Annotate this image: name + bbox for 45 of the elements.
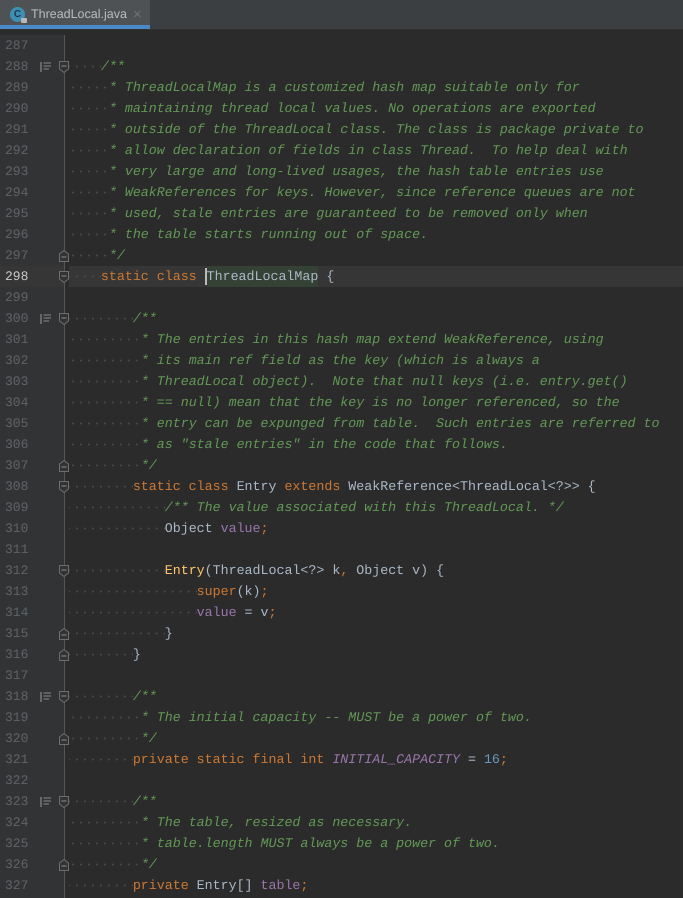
code-line: * The table, resized as necessary.: [69, 812, 412, 833]
code-line: /** The value associated with this ThreadLocal. */: [69, 497, 564, 518]
fold-marker-icon[interactable]: [59, 270, 69, 282]
fold-marker-icon[interactable]: [59, 648, 69, 660]
fold-marker-icon[interactable]: [59, 460, 69, 472]
fold-marker-icon[interactable]: [59, 564, 69, 576]
code-line: * The initial capacity -- MUST be a power of two.: [69, 707, 532, 728]
code-line: * allow declaration of fields in class Thread. To help deal with: [69, 140, 628, 161]
fold-marker-icon[interactable]: [59, 628, 69, 640]
doc-render-icon[interactable]: [40, 62, 52, 72]
code-line: private Entry[] table;: [69, 875, 308, 896]
code-line: * ThreadLocalMap is a customized hash map suitable only for: [69, 77, 580, 98]
code-line: * its main ref field as the key (which is always a: [69, 350, 540, 371]
fold-marker-icon[interactable]: [59, 312, 69, 324]
line-number: 298: [4, 268, 30, 286]
doc-render-icon[interactable]: [40, 796, 52, 806]
code-line: Object value;: [69, 518, 268, 539]
code-line: * as "stale entries" in the code that follows.: [69, 434, 508, 455]
code-line: * entry can be expunged from table. Such entries are referred to: [69, 413, 660, 434]
tab-label: ThreadLocal.java: [31, 6, 127, 24]
doc-render-icon[interactable]: [40, 314, 52, 324]
code-line: * ThreadLocal object). Note that null keys (i.e. entry.get(): [69, 371, 628, 392]
fold-marker-icon[interactable]: [59, 480, 69, 492]
class-file-icon: C: [10, 7, 25, 22]
code-line: static class Entry extends WeakReference<ThreadLocal<?>> {: [69, 476, 596, 497]
code-line: * outside of the ThreadLocal class. The class is package private to: [69, 119, 644, 140]
code-line: * WeakReferences for keys. However, since reference queues are not: [69, 182, 636, 203]
code-line: Entry(ThreadLocal<?> k, Object v) {: [69, 560, 444, 581]
fold-marker-icon[interactable]: [59, 690, 69, 702]
code-line: * the table starts running out of space.: [69, 224, 428, 245]
fold-marker-icon[interactable]: [59, 732, 69, 744]
fold-marker-icon[interactable]: [59, 60, 69, 72]
code-line: * very large and long-lived usages, the hash table entries use: [69, 161, 604, 182]
fold-marker-icon[interactable]: [59, 250, 69, 262]
code-line: * == null) mean that the key is no longer referenced, so the: [69, 392, 620, 413]
fold-marker-icon[interactable]: [59, 796, 69, 808]
doc-render-icon[interactable]: [40, 692, 52, 702]
code-line: static class ThreadLocalMap {: [69, 266, 334, 287]
code-line: private static final int INITIAL_CAPACITY = 16;: [69, 749, 508, 770]
code-line: * The entries in this hash map extend WeakReference, using: [69, 329, 604, 350]
code-line: * table.length MUST always be a power of two.: [69, 833, 500, 854]
fold-marker-icon[interactable]: [59, 858, 69, 870]
file-tab[interactable]: C ThreadLocal.java ×: [0, 0, 150, 29]
code-line: * used, stale entries are guaranteed to be removed only when: [69, 203, 588, 224]
code-line: * maintaining thread local values. No operations are exported: [69, 98, 596, 119]
